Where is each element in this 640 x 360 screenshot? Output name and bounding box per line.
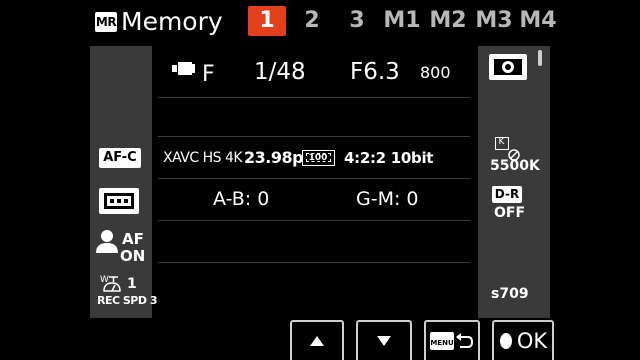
ok-button[interactable]: OK (492, 320, 554, 360)
down-button[interactable] (356, 320, 412, 360)
menu-return-icon: MENU (430, 332, 474, 350)
aperture-value[interactable]: F6.3 (350, 59, 400, 85)
scrollbar-thumb[interactable] (538, 50, 542, 66)
tab-3[interactable]: 3 (343, 6, 371, 36)
rec-speed-label: REC SPD 3 (97, 294, 158, 307)
arrow-down-icon (377, 336, 391, 346)
up-button[interactable] (290, 320, 344, 360)
bitrate-value: 100 (308, 153, 328, 163)
tab-1[interactable]: 1 (248, 6, 286, 36)
svg-text:MENU: MENU (430, 339, 454, 347)
tab-m4[interactable]: M4 (518, 6, 558, 36)
menu-back-button[interactable]: MENU (424, 320, 480, 360)
file-format-value[interactable]: XAVC HS 4K (163, 150, 243, 166)
tab-m2[interactable]: M2 (428, 6, 468, 36)
dro-value: OFF (494, 205, 526, 221)
dro-icon[interactable]: D-R (492, 186, 522, 203)
frame-rate-value[interactable]: 23.98p (244, 148, 304, 167)
row-divider (158, 262, 470, 263)
focus-area-icon[interactable] (99, 188, 139, 218)
rec-speed-number: 1 (127, 276, 137, 292)
tab-m3[interactable]: M3 (474, 6, 514, 36)
wb-ab-value[interactable]: A-B: 0 (213, 188, 269, 210)
face-af-state: ON (120, 247, 146, 265)
face-eye-af-icon[interactable] (96, 229, 120, 257)
center-button-icon (499, 333, 512, 349)
iso-value[interactable]: 800 (420, 63, 451, 82)
row-divider (158, 178, 470, 179)
exposure-mode-label: F (202, 62, 215, 87)
face-af-label: AF (122, 230, 144, 248)
tab-m1[interactable]: M1 (382, 6, 422, 36)
movie-mode-icon (172, 60, 200, 86)
metering-mode-icon[interactable] (489, 54, 527, 84)
wb-kelvin-value: 5500K (490, 158, 540, 174)
shutter-speed-value[interactable]: 1/48 (254, 59, 306, 85)
memory-recall-icon: MR (95, 12, 117, 32)
row-divider (158, 97, 470, 98)
wb-gm-value[interactable]: G-M: 0 (356, 188, 419, 210)
page-title: Memory (121, 7, 223, 36)
row-divider (158, 220, 470, 221)
scrollbar[interactable] (538, 50, 542, 312)
row-divider (158, 136, 470, 137)
af-c-icon[interactable]: AF-C (99, 148, 141, 168)
sampling-value[interactable]: 4:2:2 10bit (344, 149, 433, 167)
picture-profile-value[interactable]: s709 (491, 286, 529, 302)
bitrate-badge[interactable]: 100 (302, 150, 335, 166)
arrow-up-icon (310, 336, 324, 346)
tab-2[interactable]: 2 (298, 6, 326, 36)
ok-label: OK (516, 329, 548, 353)
